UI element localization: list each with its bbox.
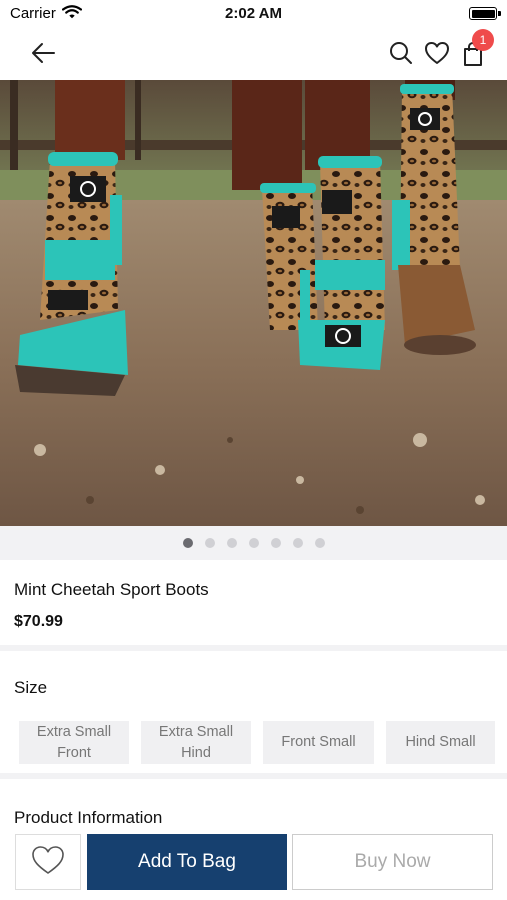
add-to-bag-button[interactable]: Add To Bag <box>87 834 287 890</box>
search-icon[interactable] <box>388 40 414 66</box>
size-option-line2: Hind <box>181 744 211 761</box>
status-time: 2:02 AM <box>225 5 282 22</box>
pager-dot[interactable] <box>314 538 325 548</box>
size-option-line1: Front Small <box>281 734 356 751</box>
pager-dot[interactable] <box>248 538 259 548</box>
size-option-hind-small[interactable]: Hind Small <box>386 721 495 764</box>
size-option-line2: Front <box>57 744 91 761</box>
nav-bar <box>0 28 507 80</box>
add-to-wishlist-button[interactable] <box>15 834 81 890</box>
buy-now-button[interactable]: Buy Now <box>292 834 493 890</box>
pager-dot[interactable] <box>226 538 237 548</box>
back-arrow-icon[interactable] <box>28 38 60 68</box>
product-price: $70.99 <box>14 613 63 630</box>
product-image[interactable] <box>0 80 507 526</box>
size-option-line1: Extra Small <box>158 724 234 741</box>
size-option-front-small[interactable]: Front Small <box>263 721 374 764</box>
product-information-heading[interactable]: Product Information <box>14 808 162 828</box>
status-bar: Carrier 2:02 AM <box>0 0 507 28</box>
battery-icon <box>469 7 501 20</box>
size-option-line1: Extra Small <box>36 724 112 741</box>
size-option-extra-small-hind[interactable]: Extra Small Hind <box>141 721 251 764</box>
size-option-line1: Hind Small <box>405 734 476 751</box>
section-divider <box>0 645 507 651</box>
size-option-extra-small-front[interactable]: Extra Small Front <box>19 721 129 764</box>
size-section-label: Size <box>14 678 48 697</box>
wishlist-heart-icon[interactable] <box>423 40 451 66</box>
pager-dot[interactable] <box>182 538 193 548</box>
product-title: Mint Cheetah Sport Boots <box>14 580 209 599</box>
cart-count-badge: 1 <box>472 29 494 51</box>
section-divider <box>0 773 507 779</box>
image-pager-dots[interactable] <box>0 526 507 560</box>
pager-dot[interactable] <box>270 538 281 548</box>
pager-dot[interactable] <box>204 538 215 548</box>
heart-icon <box>30 844 66 881</box>
pager-dot[interactable] <box>292 538 303 548</box>
